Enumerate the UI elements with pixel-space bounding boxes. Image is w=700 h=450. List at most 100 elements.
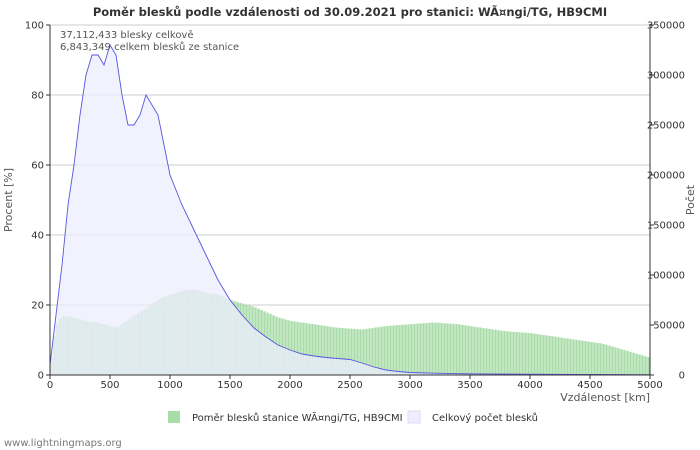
ratio-bar — [608, 345, 611, 375]
x-tick-label: 3000 — [397, 380, 422, 391]
ratio-bar — [467, 325, 470, 375]
x-tick-label: 5000 — [637, 380, 662, 391]
x-axis-label: Vzdálenost [km] — [560, 391, 650, 404]
ratio-bar — [491, 329, 494, 375]
y-left-tick-label: 0 — [38, 371, 44, 382]
y-right-tick-label: 50000 — [653, 321, 685, 332]
ratio-bar — [569, 338, 572, 375]
ratio-bar — [410, 324, 413, 375]
legend-swatch-total — [407, 410, 421, 424]
ratio-bar — [386, 325, 389, 375]
ratio-bar — [512, 331, 515, 375]
ratio-bar — [413, 323, 416, 375]
ratio-bar — [584, 341, 587, 375]
ratio-bar — [461, 324, 464, 375]
ratio-bar — [422, 323, 425, 375]
ratio-bar — [620, 349, 623, 375]
ratio-bar — [563, 338, 566, 375]
y-right-tick-label: 300000 — [647, 71, 685, 82]
ratio-bar — [551, 336, 554, 375]
ratio-bar — [530, 333, 533, 375]
ratio-bar — [452, 323, 455, 375]
chart-title: Poměr blesků podle vzdálenosti od 30.09.… — [93, 4, 607, 19]
ratio-bar — [488, 328, 491, 375]
ratio-bar — [470, 326, 473, 375]
ratio-bar — [458, 324, 461, 375]
ratio-bar — [404, 324, 407, 375]
ratio-bar — [446, 323, 449, 375]
ratio-bar — [629, 351, 632, 375]
ratio-bar — [536, 334, 539, 375]
ratio-bar — [383, 326, 386, 375]
ratio-bar — [437, 322, 440, 375]
x-tick-label: 1500 — [217, 380, 242, 391]
ratio-bar — [524, 332, 527, 375]
ratio-bar — [638, 354, 641, 375]
ratio-bar — [503, 331, 506, 375]
ratio-bar — [593, 342, 596, 375]
x-tick-label: 0 — [47, 380, 53, 391]
ratio-bar — [539, 334, 542, 375]
y-right-tick-label: 350000 — [647, 21, 685, 32]
legend-label-station: Poměr blesků stanice WÃ¤ngi/TG, HB9CMI — [192, 411, 403, 424]
legend-label-total: Celkový počet blesků — [432, 412, 538, 424]
ratio-bar — [476, 327, 479, 375]
y-left-tick-label: 100 — [25, 21, 44, 32]
ratio-bar — [464, 325, 467, 375]
ratio-bar — [533, 333, 536, 375]
ratio-bar — [545, 335, 548, 375]
ratio-bar — [527, 332, 530, 375]
ratio-bar — [587, 341, 590, 375]
ratio-bar — [518, 332, 521, 375]
ratio-bar — [398, 325, 401, 375]
ratio-bar — [509, 331, 512, 375]
ratio-bar — [557, 337, 560, 375]
y-left-axis-label: Procent [%] — [2, 168, 15, 232]
ratio-bar — [515, 332, 518, 375]
ratio-bar — [611, 346, 614, 375]
ratio-bar — [449, 323, 452, 375]
ratio-bar — [416, 323, 419, 375]
chart-canvas: Poměr blesků podle vzdálenosti od 30.09.… — [0, 0, 700, 450]
ratio-bar — [632, 352, 635, 375]
annotation-station: 6,843,349 celkem blesků ze stanice — [60, 41, 239, 53]
x-tick-label: 1000 — [157, 380, 182, 391]
ratio-bar — [521, 332, 524, 375]
ratio-bar — [590, 341, 593, 375]
ratio-bar — [623, 350, 626, 375]
ratio-bar — [443, 323, 446, 375]
annotation-total: 37,112,433 blesky celkově — [60, 29, 194, 41]
ratio-bar — [494, 329, 497, 375]
ratio-bar — [572, 339, 575, 375]
ratio-bar — [401, 324, 404, 375]
ratio-bar — [395, 325, 398, 375]
ratio-bar — [389, 325, 392, 375]
ratio-bar — [497, 330, 500, 375]
ratio-bar — [485, 328, 488, 375]
ratio-bar — [581, 340, 584, 375]
ratio-bar — [380, 326, 383, 375]
legend-swatch-station — [168, 411, 180, 423]
ratio-bar — [440, 323, 443, 375]
credit-text: www.lightningmaps.org — [4, 438, 122, 449]
ratio-bar — [455, 324, 458, 375]
x-tick-label: 4000 — [517, 380, 542, 391]
y-left-tick-label: 20 — [31, 301, 44, 312]
y-left-tick-label: 60 — [31, 161, 44, 172]
ratio-bar — [602, 343, 605, 375]
ratio-bar — [635, 353, 638, 375]
x-tick-label: 2500 — [337, 380, 362, 391]
ratio-bar — [554, 336, 557, 375]
ratio-bar — [434, 322, 437, 375]
y-right-tick-label: 150000 — [647, 221, 685, 232]
ratio-bar — [566, 338, 569, 375]
ratio-bar — [431, 322, 434, 375]
x-tick-label: 3500 — [457, 380, 482, 391]
ratio-bar — [614, 347, 617, 375]
y-left-tick-label: 80 — [31, 91, 44, 102]
y-right-tick-label: 250000 — [647, 121, 685, 132]
y-right-axis-label: Počet — [684, 184, 697, 215]
ratio-bar — [500, 330, 503, 375]
ratio-bar — [542, 334, 545, 375]
ratio-bar — [644, 356, 647, 375]
